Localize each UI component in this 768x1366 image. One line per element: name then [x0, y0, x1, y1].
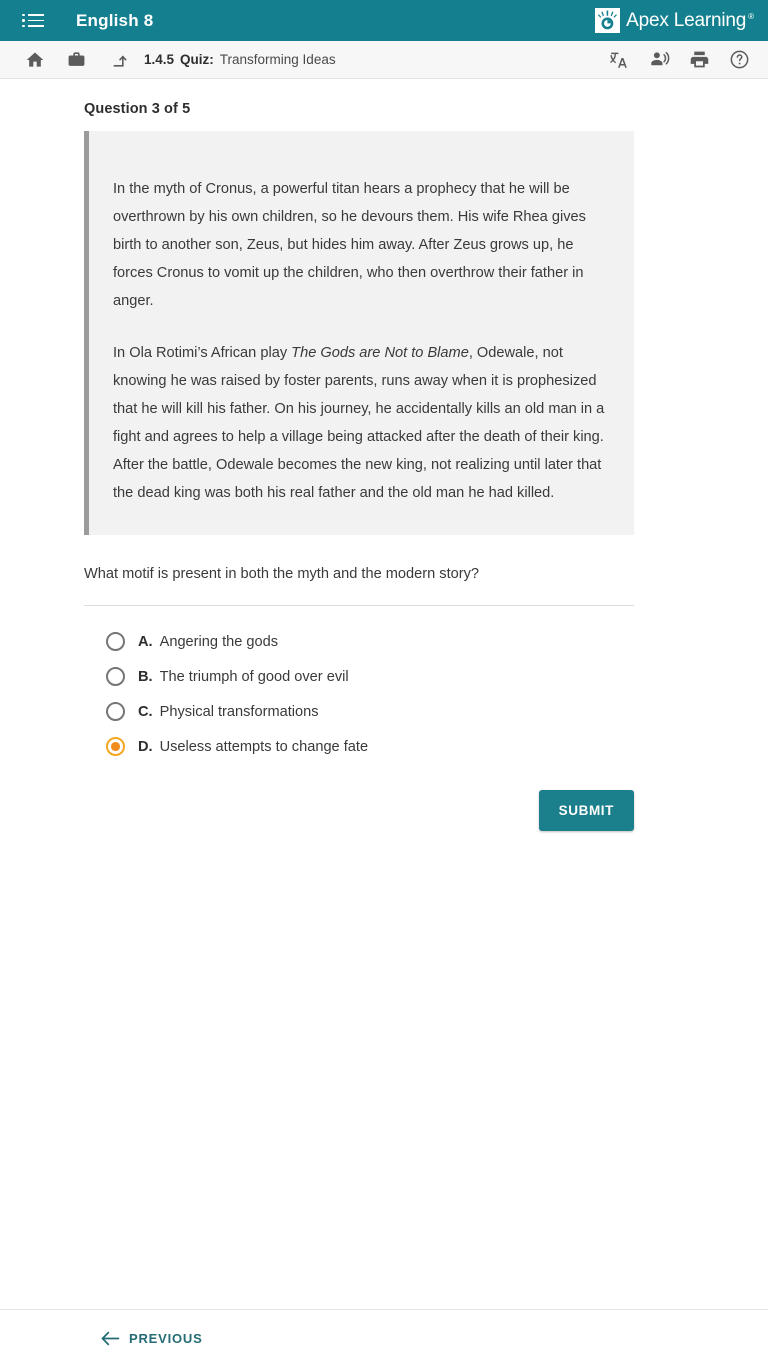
- answer-option-c[interactable]: C. Physical transformations: [106, 694, 634, 729]
- submit-button[interactable]: SUBMIT: [538, 790, 634, 831]
- passage-paragraph-1: In the myth of Cronus, a powerful titan …: [113, 181, 586, 309]
- previous-button-label: PREVIOUS: [129, 1330, 203, 1346]
- previous-button[interactable]: PREVIOUS: [96, 1324, 207, 1353]
- breadcrumb: 1.4.5 Quiz: Transforming Ideas: [144, 52, 336, 67]
- option-text-c: Physical transformations: [159, 703, 319, 720]
- question-container: Question 3 of 5 In the myth of Cronus, a…: [84, 79, 634, 831]
- radio-button-c[interactable]: [106, 702, 125, 721]
- brand-trademark: ®: [748, 12, 754, 21]
- breadcrumb-name: Transforming Ideas: [219, 52, 336, 67]
- question-counter: Question 3 of 5: [84, 101, 191, 117]
- apex-torch-logo-icon: [595, 8, 621, 33]
- option-text-b: The triumph of good over evil: [159, 668, 349, 685]
- radio-button-d[interactable]: [106, 737, 125, 756]
- quiz-page: English 8 Apex Learning ® 1.4.5 Quiz: Tr…: [0, 0, 768, 1366]
- brand-logo: Apex Learning ®: [595, 8, 754, 33]
- passage-paragraph-2-post: , Odewale, not knowing he was raised by …: [113, 345, 605, 501]
- radio-button-a[interactable]: [106, 632, 125, 651]
- option-letter-b: B.: [138, 668, 153, 685]
- option-letter-d: D.: [138, 738, 153, 755]
- question-divider: [84, 605, 634, 606]
- answer-option-a[interactable]: A. Angering the gods: [106, 624, 634, 659]
- answer-option-b[interactable]: B. The triumph of good over evil: [106, 659, 634, 694]
- option-letter-a: A.: [138, 633, 153, 650]
- course-title: English 8: [76, 10, 154, 30]
- answer-options-list: A. Angering the gods B. The triumph of g…: [106, 624, 634, 764]
- app-header: English 8 Apex Learning ®: [0, 0, 768, 41]
- breadcrumb-number: 1.4.5: [144, 52, 175, 67]
- question-prompt: What motif is present in both the myth a…: [84, 566, 480, 582]
- toolbar-left-group: 1.4.5 Quiz: Transforming Ideas: [22, 47, 336, 73]
- question-content-area: Question 3 of 5 In the myth of Cronus, a…: [0, 79, 768, 1309]
- passage-paragraph-2-pre: In Ola Rotimi’s African play: [113, 345, 292, 361]
- page-footer: PREVIOUS: [0, 1309, 768, 1366]
- submit-row: SUBMIT: [84, 790, 634, 831]
- breadcrumb-type: Quiz:: [180, 52, 214, 67]
- answer-option-d[interactable]: D. Useless attempts to change fate: [106, 729, 634, 764]
- translate-icon[interactable]: [606, 47, 632, 73]
- list-menu-icon[interactable]: [22, 10, 44, 32]
- radio-button-b[interactable]: [106, 667, 125, 686]
- option-letter-c: C.: [138, 703, 153, 720]
- passage-play-title: The Gods are Not to Blame: [291, 345, 469, 361]
- passage-paragraph-2: In Ola Rotimi’s African play The Gods ar…: [113, 339, 608, 507]
- option-text-d: Useless attempts to change fate: [159, 738, 369, 755]
- print-icon[interactable]: [686, 47, 712, 73]
- toolbar-right-group: [606, 47, 752, 73]
- option-text-a: Angering the gods: [159, 633, 279, 650]
- passage-blockquote: In the myth of Cronus, a powerful titan …: [84, 131, 634, 535]
- read-aloud-icon[interactable]: [646, 47, 672, 73]
- up-level-arrow-icon[interactable]: [104, 47, 130, 73]
- briefcase-icon[interactable]: [63, 47, 89, 73]
- secondary-toolbar: 1.4.5 Quiz: Transforming Ideas: [0, 41, 768, 79]
- brand-name: Apex Learning: [626, 9, 747, 31]
- arrow-left-icon: [100, 1330, 120, 1347]
- home-icon[interactable]: [22, 47, 48, 73]
- help-icon[interactable]: [726, 47, 752, 73]
